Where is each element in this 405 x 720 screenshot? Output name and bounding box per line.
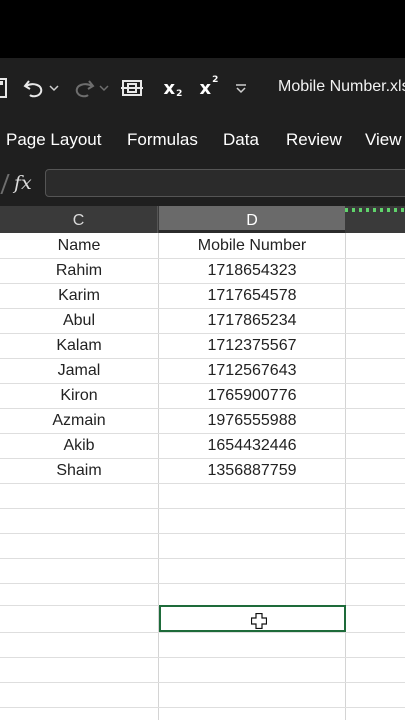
tab-view[interactable]: View [365, 130, 402, 150]
undo-icon[interactable] [22, 76, 46, 100]
column-header-d[interactable]: D [159, 206, 345, 233]
cell-mobile[interactable]: 1654432446 [159, 433, 345, 458]
worksheet-grid[interactable]: Name Mobile Number Rahim 1718654323 Kari… [0, 233, 405, 720]
tab-page-layout[interactable]: Page Layout [6, 130, 101, 150]
grid-line [0, 632, 405, 633]
column-header-c[interactable]: C [0, 206, 158, 233]
formula-bar: fx [0, 162, 405, 206]
grid-line [0, 657, 405, 658]
grid-line [0, 682, 405, 683]
grid-line [0, 558, 405, 559]
tab-formulas[interactable]: Formulas [127, 130, 198, 150]
grid-line [0, 533, 405, 534]
grid-line [0, 707, 405, 708]
cell-mobile[interactable]: 1765900776 [159, 383, 345, 408]
status-bar-area [0, 0, 405, 58]
subscript-icon[interactable]: x2 [162, 76, 184, 100]
grid-line [0, 508, 405, 509]
insert-function-icon[interactable]: fx [14, 172, 32, 194]
customize-qat-icon[interactable] [234, 76, 248, 100]
cell-header-name[interactable]: Name [0, 233, 158, 258]
excel-screen: x2 x2 Mobile Number.xlsx Page Layout For… [0, 0, 405, 720]
formula-input[interactable] [45, 169, 405, 197]
save-icon[interactable] [0, 76, 8, 100]
undo-dropdown-icon[interactable] [48, 76, 60, 100]
cell-name[interactable]: Shaim [0, 458, 158, 483]
column-headers: C D [0, 206, 405, 233]
align-icon[interactable] [120, 76, 144, 100]
cell-mobile[interactable]: 1712567643 [159, 358, 345, 383]
fill-cursor-icon [251, 613, 267, 629]
cell-name[interactable]: Abul [0, 308, 158, 333]
cell-mobile[interactable]: 1717865234 [159, 308, 345, 333]
cell-mobile[interactable]: 1356887759 [159, 458, 345, 483]
cell-name[interactable]: Jamal [0, 358, 158, 383]
ribbon-tabs: Page Layout Formulas Data Review View [0, 118, 405, 162]
grid-line [345, 233, 346, 720]
window-title: Mobile Number.xlsx [278, 78, 405, 95]
grid-line [0, 583, 405, 584]
tab-review[interactable]: Review [286, 130, 342, 150]
cell-mobile[interactable]: 1976555988 [159, 408, 345, 433]
cell-mobile[interactable]: 1717654578 [159, 283, 345, 308]
cell-name[interactable]: Rahim [0, 258, 158, 283]
cell-name[interactable]: Azmain [0, 408, 158, 433]
cell-name[interactable]: Akib [0, 433, 158, 458]
redo-dropdown-icon[interactable] [98, 76, 110, 100]
cell-name[interactable]: Kiron [0, 383, 158, 408]
cell-header-mobile[interactable]: Mobile Number [159, 233, 345, 258]
formula-bar-divider [0, 174, 10, 194]
copy-marquee [345, 208, 405, 212]
tab-data[interactable]: Data [223, 130, 259, 150]
redo-icon[interactable] [72, 76, 96, 100]
cell-name[interactable]: Kalam [0, 333, 158, 358]
quick-access-toolbar: x2 x2 Mobile Number.xlsx [0, 58, 405, 118]
superscript-icon[interactable]: x2 [198, 75, 220, 100]
cell-mobile[interactable]: 1712375567 [159, 333, 345, 358]
grid-line [0, 483, 405, 484]
cell-name[interactable]: Karim [0, 283, 158, 308]
cell-mobile[interactable]: 1718654323 [159, 258, 345, 283]
